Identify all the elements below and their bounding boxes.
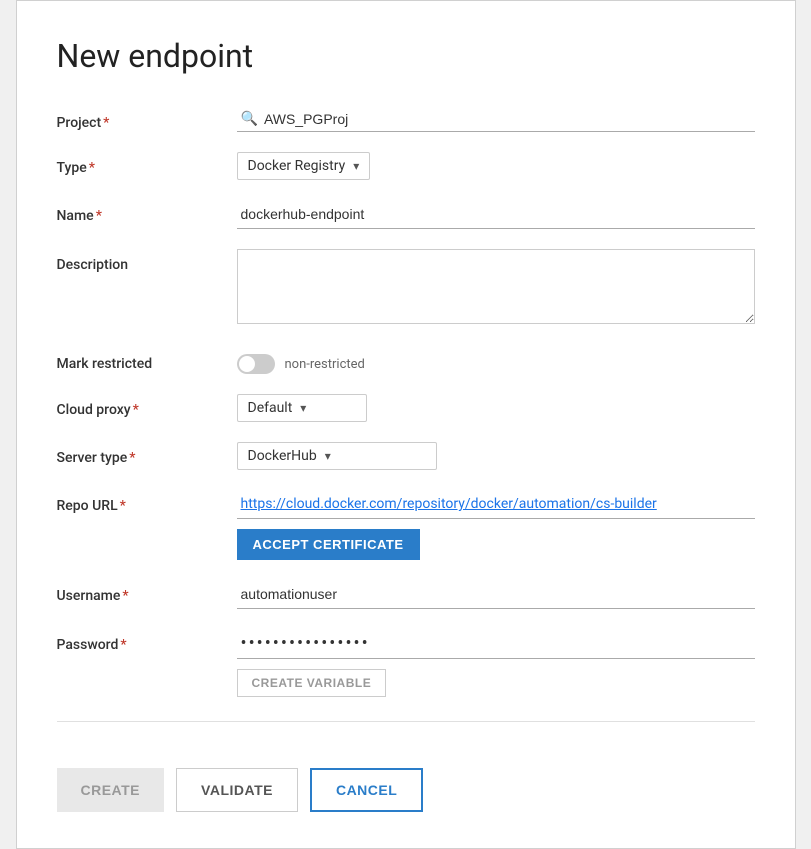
server-type-select[interactable]: DockerHub ▾ — [237, 442, 437, 470]
chevron-down-icon: ▾ — [325, 449, 331, 463]
footer-buttons: CREATE VALIDATE CANCEL — [57, 752, 755, 812]
username-input[interactable] — [237, 580, 755, 609]
name-input[interactable] — [237, 200, 755, 229]
description-textarea[interactable] — [237, 249, 755, 324]
cloud-proxy-control: Default ▾ — [237, 394, 755, 422]
page-title: New endpoint — [57, 37, 755, 75]
type-control: Docker Registry ▾ — [237, 152, 755, 180]
server-type-row: Server type* DockerHub ▾ — [57, 442, 755, 470]
search-icon: 🔍 — [241, 111, 258, 127]
validate-button[interactable]: VALIDATE — [176, 768, 298, 812]
project-input[interactable] — [264, 111, 751, 127]
mark-restricted-row: Mark restricted non-restricted — [57, 348, 755, 374]
username-control — [237, 580, 755, 609]
create-variable-button[interactable]: CREATE VARIABLE — [237, 669, 387, 697]
password-control: •••••••••••••••• CREATE VARIABLE — [237, 629, 755, 697]
type-label: Type* — [57, 152, 237, 176]
password-label: Password* — [57, 629, 237, 653]
cloud-proxy-row: Cloud proxy* Default ▾ — [57, 394, 755, 422]
divider — [57, 721, 755, 722]
repo-url-row: Repo URL* https://cloud.docker.com/repos… — [57, 490, 755, 560]
mark-restricted-control: non-restricted — [237, 348, 755, 374]
description-label: Description — [57, 249, 237, 273]
repo-url-control: https://cloud.docker.com/repository/dock… — [237, 490, 755, 560]
repo-url-label: Repo URL* — [57, 490, 237, 514]
cloud-proxy-select[interactable]: Default ▾ — [237, 394, 367, 422]
project-row: Project* 🔍 — [57, 107, 755, 132]
cancel-button[interactable]: CANCEL — [310, 768, 423, 812]
toggle-wrapper: non-restricted — [237, 348, 755, 374]
create-button[interactable]: CREATE — [57, 768, 165, 812]
restricted-toggle[interactable] — [237, 354, 275, 374]
cloud-proxy-value: Default — [248, 400, 293, 416]
cloud-proxy-label: Cloud proxy* — [57, 394, 237, 418]
server-type-control: DockerHub ▾ — [237, 442, 755, 470]
username-row: Username* — [57, 580, 755, 609]
repo-url-value: https://cloud.docker.com/repository/dock… — [237, 490, 755, 519]
new-endpoint-dialog: New endpoint Project* 🔍 Type* Docker Reg… — [16, 0, 796, 849]
project-input-wrapper: 🔍 — [237, 107, 755, 132]
description-control — [237, 249, 755, 328]
chevron-down-icon: ▾ — [353, 159, 359, 173]
username-label: Username* — [57, 580, 237, 604]
type-select-value: Docker Registry — [248, 158, 346, 174]
type-row: Type* Docker Registry ▾ — [57, 152, 755, 180]
name-control — [237, 200, 755, 229]
project-label: Project* — [57, 107, 237, 131]
password-row: Password* •••••••••••••••• CREATE VARIAB… — [57, 629, 755, 697]
chevron-down-icon: ▾ — [300, 401, 306, 415]
project-control: 🔍 — [237, 107, 755, 132]
server-type-value: DockerHub — [248, 448, 317, 464]
name-row: Name* — [57, 200, 755, 229]
mark-restricted-label: Mark restricted — [57, 348, 237, 372]
description-row: Description — [57, 249, 755, 328]
name-label: Name* — [57, 200, 237, 224]
toggle-label: non-restricted — [285, 357, 365, 372]
type-select[interactable]: Docker Registry ▾ — [237, 152, 371, 180]
accept-certificate-button[interactable]: ACCEPT CERTIFICATE — [237, 529, 420, 560]
password-dots: •••••••••••••••• — [237, 629, 755, 659]
server-type-label: Server type* — [57, 442, 237, 466]
toggle-knob — [239, 356, 255, 372]
